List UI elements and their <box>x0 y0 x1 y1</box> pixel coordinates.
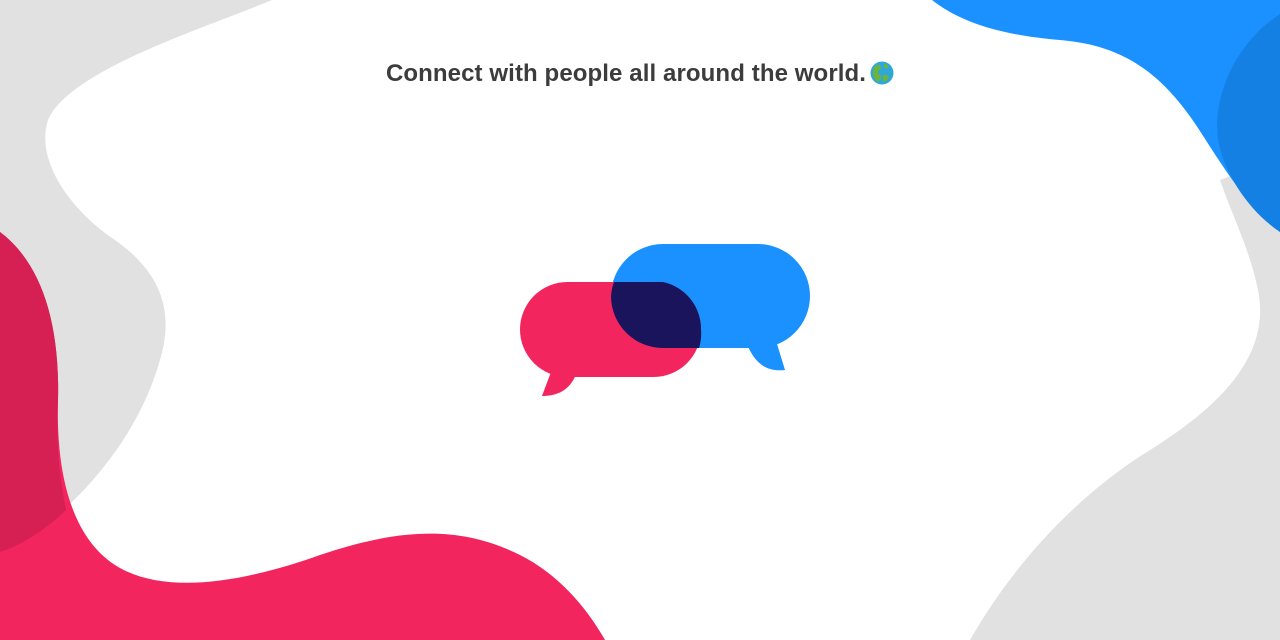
tagline-text: Connect with people all around the world… <box>385 60 867 87</box>
tagline: Connect with people all around the world… <box>0 60 1280 88</box>
globe-americas-icon <box>870 61 894 85</box>
overlapping-chat-bubbles-icon <box>520 244 810 396</box>
bottom-right-gray-blob <box>970 170 1280 640</box>
